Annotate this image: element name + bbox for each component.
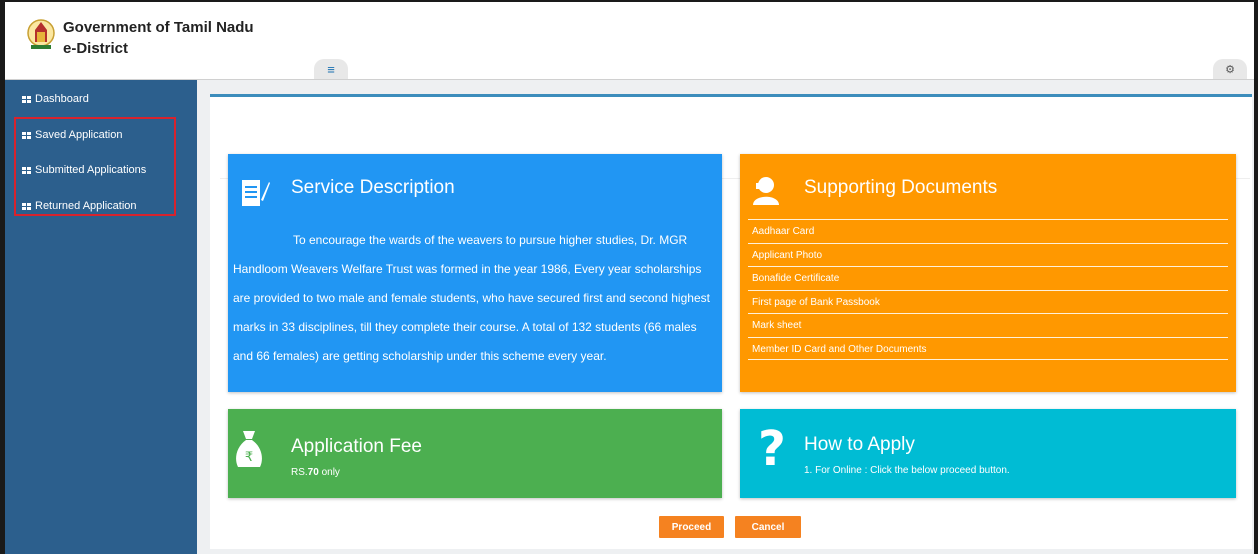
service-description-title: Service Description: [291, 177, 455, 198]
list-item: First page of Bank Passbook: [748, 289, 1228, 314]
service-description-text: To encourage the wards of the weavers to…: [233, 233, 710, 363]
question-icon: ?: [758, 421, 786, 477]
settings-button[interactable]: ⚙: [1213, 59, 1247, 79]
supporting-documents-list: Aadhaar Card Applicant Photo Bonafide Ce…: [748, 219, 1228, 360]
list-item: Member ID Card and Other Documents: [748, 336, 1228, 360]
site-title: Government of Tamil Nadu: [63, 19, 254, 36]
svg-text:₹: ₹: [245, 450, 253, 465]
list-item: Aadhaar Card: [748, 219, 1228, 243]
menu-toggle-button[interactable]: ≡: [314, 59, 348, 79]
proceed-button[interactable]: Proceed: [659, 516, 724, 538]
how-to-apply-title: How to Apply: [804, 434, 915, 455]
hamburger-icon: ≡: [327, 61, 335, 77]
supporting-documents-card: Supporting Documents Aadhaar Card Applic…: [740, 154, 1236, 392]
list-item: Mark sheet: [748, 313, 1228, 337]
tamil-nadu-emblem-icon: [27, 19, 55, 49]
window-frame-right: [1254, 0, 1258, 554]
how-to-apply-text: 1. For Online : Click the below proceed …: [804, 465, 1010, 476]
application-fee-card: ₹ Application Fee RS.70 only: [228, 409, 722, 498]
user-icon: [753, 177, 779, 205]
header: Government of Tamil Nadu e-District: [5, 2, 1254, 79]
money-bag-icon: ₹: [236, 431, 262, 467]
grid-icon: [22, 95, 31, 103]
sidebar-item-label: Dashboard: [35, 93, 89, 105]
list-item: Applicant Photo: [748, 242, 1228, 267]
service-description-card: Service Description To encourage the war…: [228, 154, 722, 392]
cancel-button[interactable]: Cancel: [735, 516, 801, 538]
highlight-annotation-box: [14, 117, 176, 216]
supporting-documents-title: Supporting Documents: [804, 177, 998, 198]
sidebar-item-dashboard[interactable]: Dashboard: [22, 93, 89, 105]
application-fee-title: Application Fee: [291, 436, 422, 457]
gears-icon: ⚙: [1225, 63, 1235, 76]
list-item: Bonafide Certificate: [748, 266, 1228, 290]
application-fee-amount: RS.70 only: [291, 467, 340, 478]
how-to-apply-card: ? How to Apply 1. For Online : Click the…: [740, 409, 1236, 498]
site-subtitle: e-District: [63, 40, 129, 57]
document-edit-icon: [242, 180, 270, 206]
